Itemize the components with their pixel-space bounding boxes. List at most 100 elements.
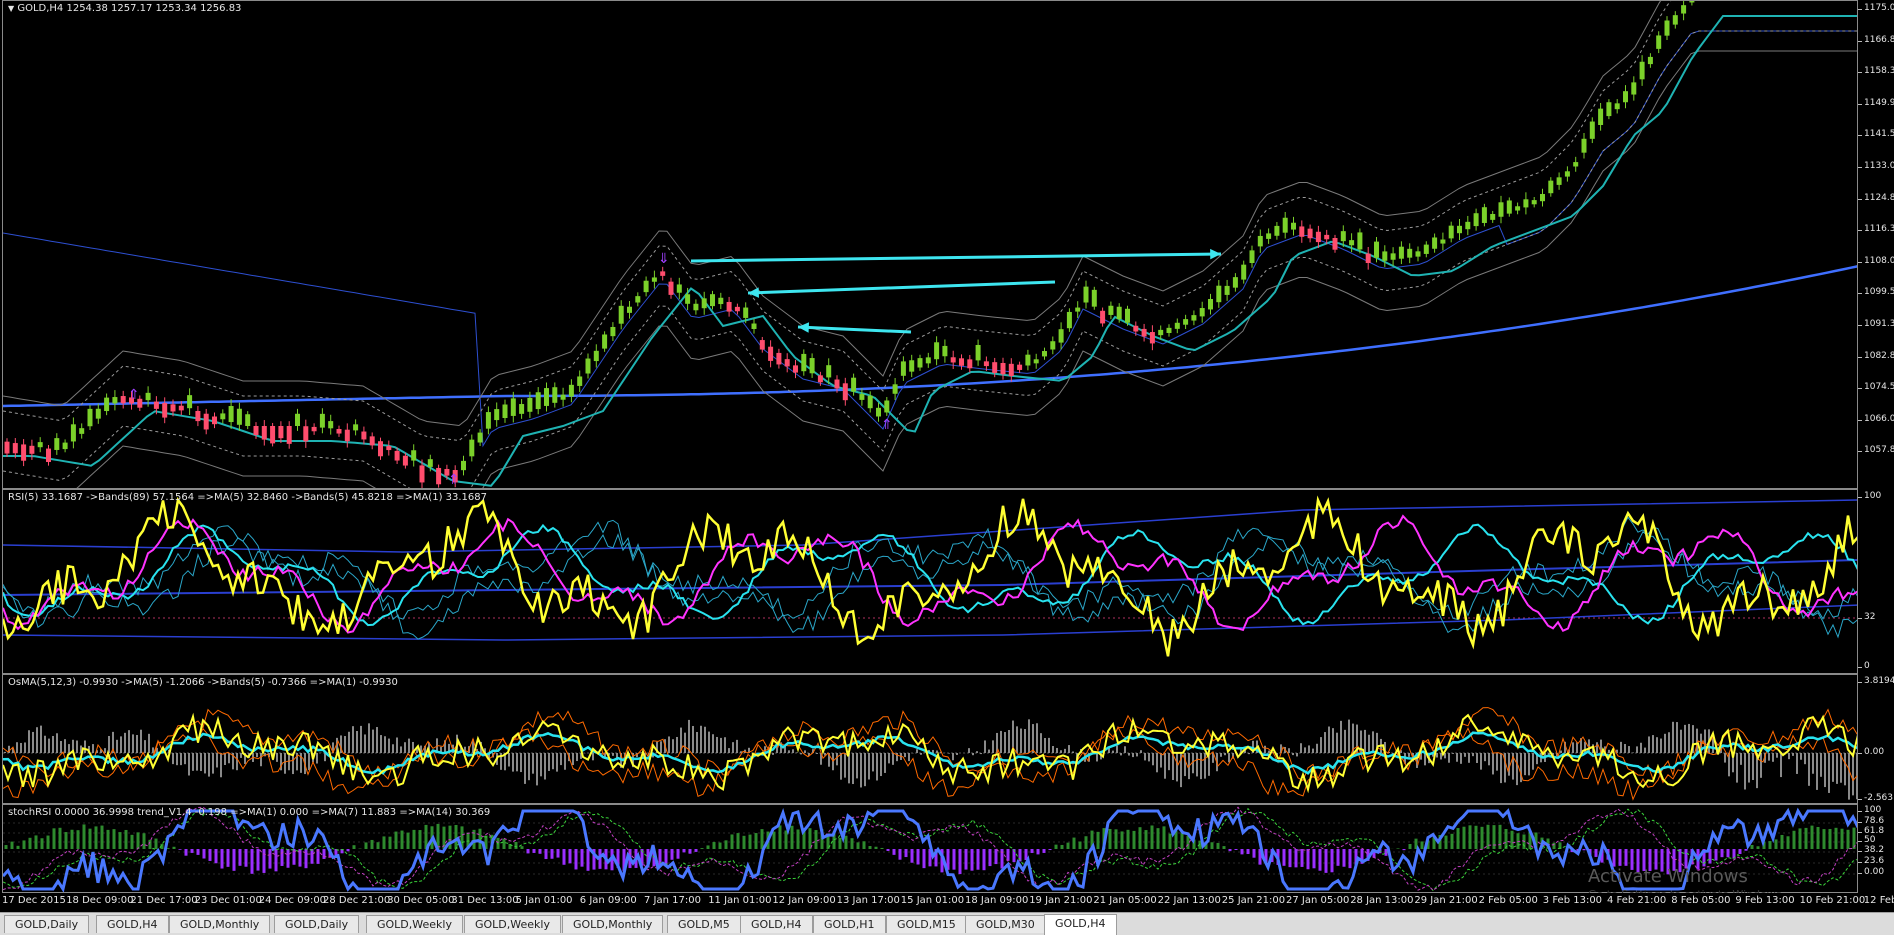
band-lower-dashed	[3, 30, 1857, 488]
candle-body	[1415, 251, 1421, 257]
rsi-tick: 100	[1857, 491, 1882, 501]
candle-body	[153, 401, 159, 409]
fractal-arrow-icon: ⇓	[658, 251, 670, 267]
chart-tab[interactable]: GOLD,M30	[965, 915, 1046, 933]
candle-body	[220, 413, 226, 420]
candle-body	[328, 421, 334, 429]
candle-body	[1299, 226, 1305, 237]
candle-body	[1589, 121, 1595, 139]
chart-tab[interactable]: GOLD,Weekly	[366, 915, 463, 933]
chart-tab[interactable]: GOLD,Monthly	[562, 915, 664, 933]
candle-body	[1141, 328, 1147, 337]
candle-body	[651, 277, 657, 282]
rsi-pane[interactable]: RSI(5) 33.1687 ->Bands(89) 57.1564 =>MA(…	[2, 489, 1858, 674]
price-chart-canvas: ⇑ ⇓ ⇑ ⇑	[3, 1, 1857, 488]
candle-body	[1672, 15, 1678, 25]
candle-body	[967, 359, 973, 369]
candle-body	[726, 301, 732, 312]
chart-tab[interactable]: GOLD,Weekly	[464, 915, 561, 933]
candle-body	[195, 410, 201, 422]
candle-body	[627, 306, 632, 313]
rsi-ma5-line	[3, 514, 1857, 634]
price-chart-pane[interactable]: ⇑ ⇓ ⇑ ⇑ ▼ GOLD,H4 1254.38 1257.17 1253.34 1…	[2, 0, 1858, 489]
candle-body	[1523, 199, 1529, 208]
candle-body	[1224, 285, 1230, 295]
candle-body	[162, 402, 168, 418]
chart-tab[interactable]: GOLD,H4	[96, 915, 169, 933]
candle-body	[925, 357, 931, 364]
candle-body	[710, 294, 715, 307]
candle-body	[1349, 240, 1355, 246]
candle-body	[1066, 311, 1072, 329]
candle-body	[618, 305, 624, 324]
ma-100-line	[3, 30, 1857, 448]
stochrsi-pane[interactable]: stochRSI 0.0000 36.9998 trend_V1.4 -0.19…	[2, 804, 1858, 893]
candle-body	[95, 408, 101, 419]
price-tick: 1074.5	[1858, 382, 1894, 393]
stoch-tick: 0.00	[1857, 867, 1885, 877]
time-tick: 6 Jan 09:00	[579, 895, 637, 906]
chart-tab[interactable]: GOLD,Daily	[274, 915, 360, 933]
candle-body	[1598, 108, 1604, 125]
candle-body	[560, 394, 566, 400]
stoch-tick: 50	[1857, 835, 1876, 845]
rsi-tick: 0	[1858, 661, 1870, 671]
stochrsi-axis: 100 78.6 61.8 50 38.2 23.6 0.00	[1857, 804, 1894, 893]
candle-body	[1291, 222, 1296, 230]
candle-body	[386, 446, 392, 451]
candle-body	[336, 429, 342, 434]
candle-body	[1440, 239, 1446, 244]
candle-body	[593, 350, 599, 362]
osma-tick: 0.00	[1857, 747, 1885, 757]
candle-body	[37, 442, 43, 448]
time-tick: 31 Dec 13:00	[451, 895, 519, 906]
candle-body	[1232, 277, 1238, 288]
candle-body	[1614, 103, 1620, 110]
candle-body	[776, 352, 782, 365]
time-tick: 19 Jan 21:00	[1029, 895, 1093, 906]
candle-body	[295, 413, 300, 426]
chart-tab[interactable]: GOLD,H1	[813, 915, 886, 933]
candle-body	[842, 383, 848, 401]
candle-body	[1008, 363, 1014, 377]
candle-body	[826, 365, 832, 378]
chart-tab[interactable]: GOLD,M15	[886, 915, 967, 933]
collapse-triangle-icon[interactable]: ▼	[8, 4, 14, 13]
price-tick: 1149.9	[1858, 97, 1894, 108]
candle-body	[1465, 221, 1471, 230]
stoch-tick: 38.2	[1857, 845, 1885, 855]
chart-tab[interactable]: GOLD,H4	[740, 915, 813, 933]
candle-body	[245, 414, 251, 426]
price-axis: 1175.0 1166.8 1158.3 1149.9 1141.5 1133.0 1124…	[1858, 0, 1894, 489]
candle-body	[461, 460, 466, 471]
stoch-tick: 23.6	[1857, 856, 1885, 866]
candle-body	[1382, 251, 1388, 261]
chart-tab[interactable]: GOLD,M5	[667, 915, 741, 933]
candle-body	[311, 426, 317, 432]
time-tick: 22 Jan 13:00	[1157, 895, 1221, 906]
candle-body	[1058, 329, 1064, 343]
time-tick: 30 Dec 05:00	[387, 895, 455, 906]
candle-body	[4, 441, 10, 454]
candle-body	[1174, 322, 1180, 329]
chart-tab[interactable]: GOLD,Daily	[4, 915, 90, 933]
candle-body	[1548, 180, 1554, 194]
candle-body	[1581, 138, 1587, 153]
chart-tab[interactable]: GOLD,Monthly	[169, 915, 271, 933]
price-tick: 1082.8	[1858, 350, 1894, 361]
candle-body	[942, 345, 948, 357]
candle-body	[643, 280, 649, 293]
time-tick: 11 Jan 01:00	[708, 895, 772, 906]
candle-body	[1025, 354, 1031, 366]
candle-body	[834, 379, 840, 389]
time-tick: 17 Dec 2015	[2, 895, 66, 906]
candle-body	[1423, 244, 1429, 254]
candle-body	[1540, 194, 1545, 202]
osma-pane[interactable]: OsMA(5,12,3) -0.9930 ->MA(5) -1.2066 ->B…	[2, 674, 1858, 804]
chart-tab[interactable]: GOLD,H4	[1044, 914, 1117, 935]
candle-body	[817, 375, 823, 383]
candle-body	[934, 342, 940, 360]
ema-teal-line	[3, 15, 1857, 487]
candle-body	[859, 394, 865, 400]
candle-body	[1498, 202, 1504, 217]
